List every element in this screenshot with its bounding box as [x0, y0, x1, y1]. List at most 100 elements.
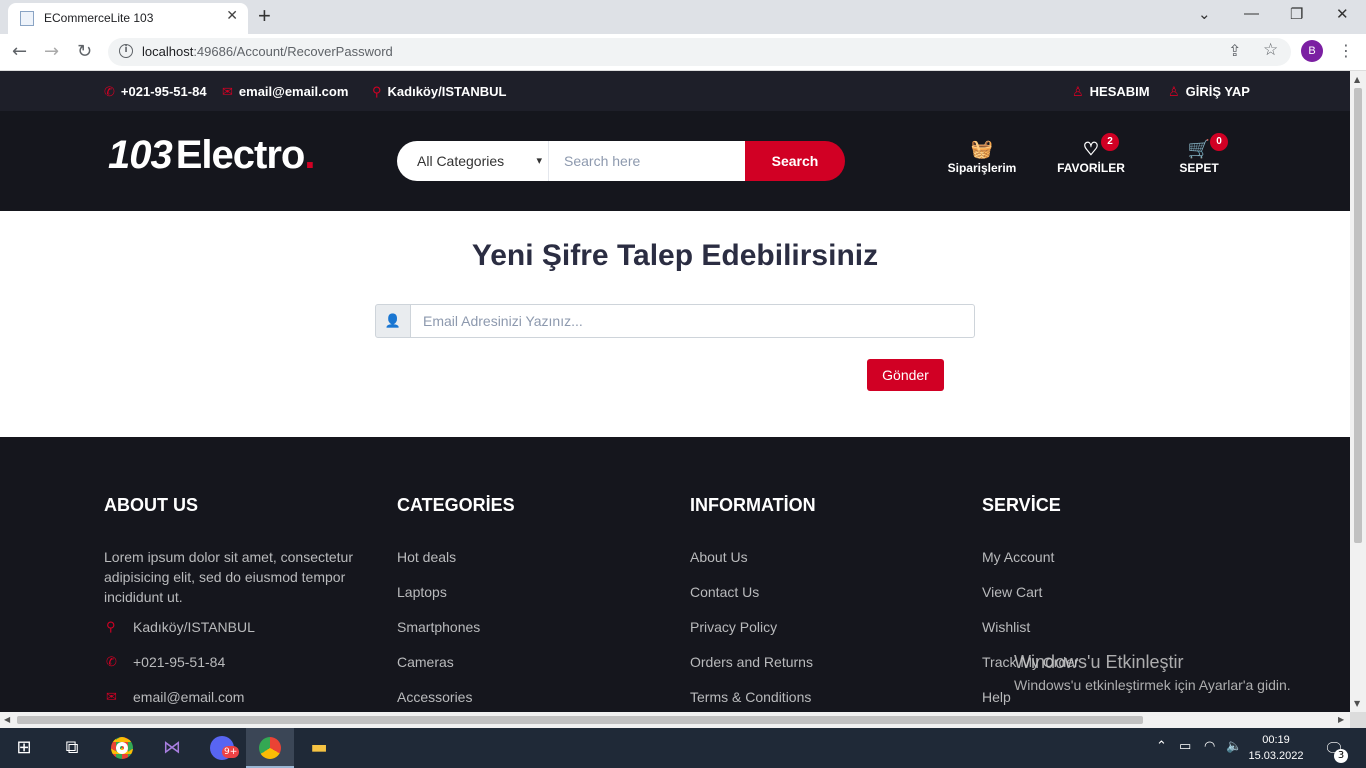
- activation-watermark: Windows'u Etkinleştir Windows'u etkinleş…: [1014, 652, 1291, 693]
- user-icon: ♙: [1168, 84, 1180, 99]
- scrollbar-corner: [1350, 712, 1366, 728]
- wifi-icon[interactable]: ◠: [1204, 739, 1215, 754]
- email-field[interactable]: [410, 304, 975, 338]
- footer-link[interactable]: Cameras: [397, 652, 677, 687]
- back-button[interactable]: ←: [12, 41, 27, 62]
- footer-link[interactable]: Accessories: [397, 687, 677, 712]
- forward-button[interactable]: →: [44, 41, 59, 62]
- notification-count-badge: 3: [1334, 749, 1348, 763]
- chrome-taskbar-icon[interactable]: [98, 728, 146, 768]
- cart-label: SEPET: [1179, 161, 1219, 175]
- favorites-count-badge: 2: [1101, 133, 1119, 151]
- close-window-button[interactable]: ✕: [1336, 5, 1349, 23]
- footer-link[interactable]: Contact Us: [690, 582, 970, 617]
- footer-link[interactable]: Wishlist: [982, 617, 1262, 652]
- footer-link[interactable]: My Account: [982, 547, 1262, 582]
- favorites-link[interactable]: ♡ FAVORİLER 2: [1046, 133, 1136, 175]
- footer-phone[interactable]: ✆ +021-95-51-84: [104, 652, 384, 687]
- clock-date: 15.03.2022: [1248, 750, 1304, 762]
- footer-link[interactable]: Hot deals: [397, 547, 677, 582]
- footer-link[interactable]: Smartphones: [397, 617, 677, 652]
- scroll-up-arrow-icon[interactable]: ▲: [1354, 75, 1360, 84]
- footer-link[interactable]: Orders and Returns: [690, 652, 970, 687]
- footer-about-heading: ABOUT US: [104, 495, 198, 515]
- windows-taskbar: ⊞ ⧉ ⋈ 9+ ▬ ⌃ ▭ ◠ 🔈 00:19 15.03.2022 🗨 3: [0, 728, 1366, 768]
- web-page: ✆ +021-95-51-84 ✉ email@email.com ⚲ Kadıköy…: [0, 71, 1350, 712]
- footer-service-heading: SERVİCE: [982, 495, 1061, 515]
- site-info-icon[interactable]: i: [119, 44, 133, 58]
- category-select[interactable]: All Categories ▾: [397, 141, 549, 181]
- visual-studio-taskbar-icon[interactable]: ⋈: [148, 728, 196, 768]
- windows-start-icon[interactable]: ⊞: [0, 728, 48, 768]
- discord-taskbar-icon[interactable]: 9+: [198, 728, 246, 768]
- envelope-icon: ✉: [222, 84, 233, 99]
- heart-icon: ♡: [1082, 139, 1100, 159]
- cart-link[interactable]: 🛒 SEPET 0: [1154, 133, 1244, 175]
- horizontal-scroll-thumb[interactable]: [17, 716, 1143, 724]
- orders-label: Siparişlerim: [947, 161, 1017, 175]
- page-title: Yeni Şifre Talep Edebilirsiniz: [471, 239, 879, 272]
- vertical-scrollbar[interactable]: ▲ ▼: [1350, 71, 1366, 712]
- browser-menu-icon[interactable]: ⋮: [1338, 41, 1354, 60]
- basket-icon: 🧺: [970, 139, 994, 159]
- tray-chevron-up-icon[interactable]: ⌃: [1156, 739, 1167, 754]
- browser-tab[interactable]: ECommerceLite 103 ✕: [8, 3, 248, 34]
- user-icon: 👤: [375, 304, 411, 338]
- top-location[interactable]: ⚲ Kadıköy/ISTANBUL: [372, 84, 506, 100]
- new-tab-button[interactable]: +: [258, 3, 271, 29]
- footer-link[interactable]: Terms & Conditions: [690, 687, 970, 712]
- browser-toolbar: ← → ↻ i localhost:49686/Account/RecoverP…: [0, 34, 1366, 71]
- tab-title: ECommerceLite 103: [44, 11, 154, 25]
- maximize-button[interactable]: ❐: [1290, 5, 1303, 23]
- footer-email[interactable]: ✉ email@email.com: [104, 687, 384, 712]
- tab-search-icon[interactable]: ⌄: [1198, 5, 1211, 23]
- volume-muted-icon[interactable]: 🔈: [1226, 739, 1242, 754]
- scroll-left-arrow-icon[interactable]: ◀: [4, 715, 10, 724]
- scroll-down-arrow-icon[interactable]: ▼: [1354, 699, 1360, 708]
- reload-button[interactable]: ↻: [77, 41, 92, 62]
- account-link[interactable]: ♙ HESABIM: [1072, 84, 1150, 100]
- site-logo[interactable]: 103 Electro.: [108, 133, 315, 178]
- url-text[interactable]: localhost:49686/Account/RecoverPassword: [142, 44, 393, 59]
- footer-link[interactable]: Privacy Policy: [690, 617, 970, 652]
- scroll-right-arrow-icon[interactable]: ▶: [1338, 715, 1344, 724]
- footer-link[interactable]: View Cart: [982, 582, 1262, 617]
- footer-information: INFORMATİON About Us Contact Us Privacy …: [690, 495, 970, 712]
- login-link[interactable]: ♙ GİRİŞ YAP: [1168, 84, 1250, 100]
- bookmark-star-icon[interactable]: ☆: [1263, 40, 1278, 60]
- search-input[interactable]: [549, 141, 745, 181]
- footer-location[interactable]: ⚲ Kadıköy/ISTANBUL: [104, 617, 384, 652]
- address-bar[interactable]: i localhost:49686/Account/RecoverPasswor…: [108, 38, 1291, 66]
- top-phone[interactable]: ✆ +021-95-51-84: [104, 84, 207, 100]
- submit-button[interactable]: Gönder: [867, 359, 944, 391]
- share-icon[interactable]: ⇪: [1228, 41, 1241, 60]
- shopping-cart-icon: 🛒: [1187, 139, 1211, 159]
- email-input-group: 👤: [375, 304, 975, 338]
- phone-icon: ✆: [106, 654, 117, 669]
- battery-icon[interactable]: ▭: [1179, 739, 1191, 754]
- favorites-label: FAVORİLER: [1057, 161, 1125, 175]
- footer-about: ABOUT US Lorem ipsum dolor sit amet, con…: [104, 495, 384, 712]
- chrome-active-taskbar-icon[interactable]: [246, 728, 294, 768]
- minimize-button[interactable]: —: [1244, 5, 1259, 22]
- profile-avatar[interactable]: B: [1301, 40, 1323, 62]
- taskbar-clock[interactable]: 00:19 15.03.2022: [1246, 732, 1306, 764]
- map-marker-icon: ⚲: [372, 84, 382, 99]
- chevron-down-icon: ▾: [536, 155, 542, 167]
- tab-close-icon[interactable]: ✕: [226, 8, 238, 24]
- file-explorer-taskbar-icon[interactable]: ▬: [295, 728, 343, 768]
- orders-link[interactable]: 🧺 Siparişlerim: [937, 139, 1027, 175]
- top-contact-strip: ✆ +021-95-51-84 ✉ email@email.com ⚲ Kadıköy…: [0, 71, 1350, 111]
- horizontal-scrollbar[interactable]: ◀ ▶: [0, 712, 1350, 728]
- footer-link[interactable]: Laptops: [397, 582, 677, 617]
- phone-icon: ✆: [104, 84, 115, 99]
- top-email[interactable]: ✉ email@email.com: [222, 84, 348, 100]
- search-button[interactable]: Search: [745, 141, 845, 181]
- footer-categories-heading: CATEGORİES: [397, 495, 515, 515]
- footer-link[interactable]: About Us: [690, 547, 970, 582]
- page-favicon-icon: [20, 11, 34, 26]
- cart-count-badge: 0: [1210, 133, 1228, 151]
- vertical-scroll-thumb[interactable]: [1354, 88, 1362, 543]
- footer-categories: CATEGORİES Hot deals Laptops Smartphones…: [397, 495, 677, 712]
- task-view-icon[interactable]: ⧉: [48, 728, 96, 768]
